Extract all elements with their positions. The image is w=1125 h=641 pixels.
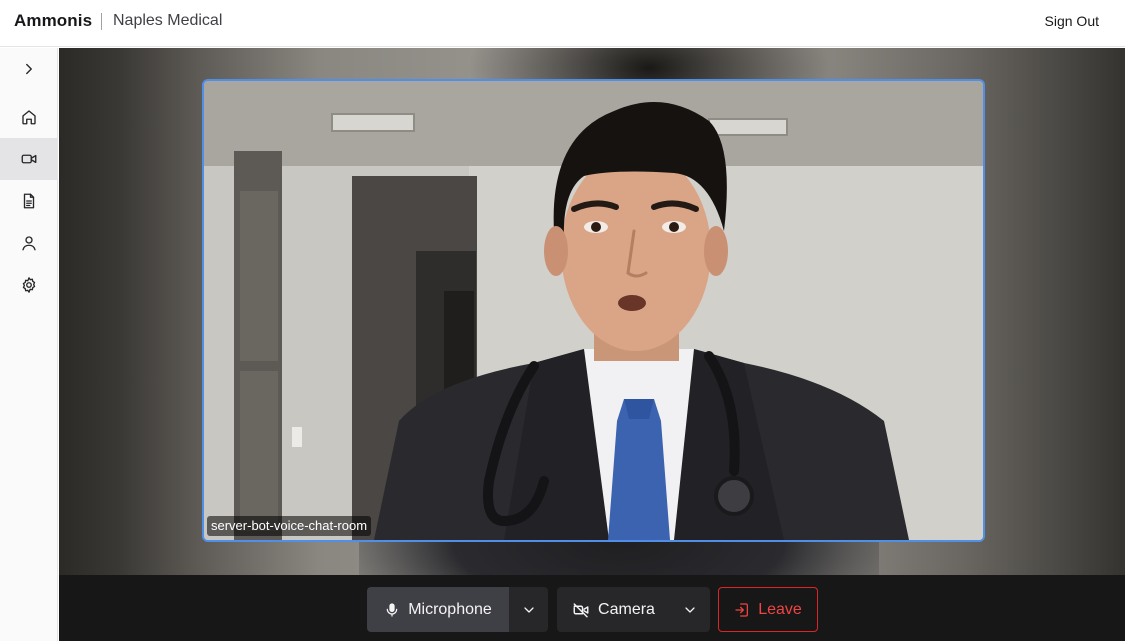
sidebar bbox=[0, 48, 58, 641]
brand-name: Ammonis bbox=[14, 11, 93, 30]
sidebar-item-video[interactable] bbox=[0, 138, 57, 180]
video-stage: server-bot-voice-chat-room bbox=[59, 48, 1125, 575]
top-header: Ammonis Naples Medical Sign Out bbox=[0, 0, 1125, 47]
camera-button[interactable]: Camera bbox=[557, 587, 670, 632]
camera-off-icon bbox=[573, 602, 589, 617]
sidebar-item-profile[interactable] bbox=[0, 222, 57, 264]
video-camera-icon bbox=[21, 154, 36, 164]
sidebar-item-settings[interactable] bbox=[0, 264, 57, 306]
participant-video-frame bbox=[204, 81, 983, 540]
brand-divider bbox=[101, 13, 102, 30]
leave-icon bbox=[735, 602, 749, 617]
leave-label: Leave bbox=[758, 600, 802, 618]
sidebar-item-documents[interactable] bbox=[0, 180, 57, 222]
camera-label: Camera bbox=[598, 600, 655, 618]
call-controls-bar: Microphone Camera Leave bbox=[59, 575, 1125, 641]
participant-video-tile[interactable]: server-bot-voice-chat-room bbox=[202, 79, 985, 542]
sign-out-button[interactable]: Sign Out bbox=[1045, 13, 1099, 29]
microphone-options-dropdown[interactable] bbox=[509, 587, 548, 632]
gear-icon bbox=[22, 277, 35, 293]
microphone-button[interactable]: Microphone bbox=[367, 587, 509, 632]
camera-options-dropdown[interactable] bbox=[670, 587, 710, 632]
leave-call-button[interactable]: Leave bbox=[718, 587, 818, 632]
chevron-down-icon bbox=[523, 606, 534, 613]
microphone-icon bbox=[386, 602, 398, 617]
participant-name-label: server-bot-voice-chat-room bbox=[207, 516, 372, 536]
sidebar-item-home[interactable] bbox=[0, 96, 57, 138]
chevron-down-icon bbox=[685, 606, 695, 613]
home-icon bbox=[21, 110, 36, 125]
organization-name: Naples Medical bbox=[113, 12, 223, 29]
chevron-right-icon bbox=[25, 63, 32, 75]
document-icon bbox=[23, 193, 34, 209]
sidebar-expand-toggle[interactable] bbox=[0, 48, 57, 90]
user-icon bbox=[21, 236, 36, 251]
microphone-label: Microphone bbox=[408, 600, 492, 618]
